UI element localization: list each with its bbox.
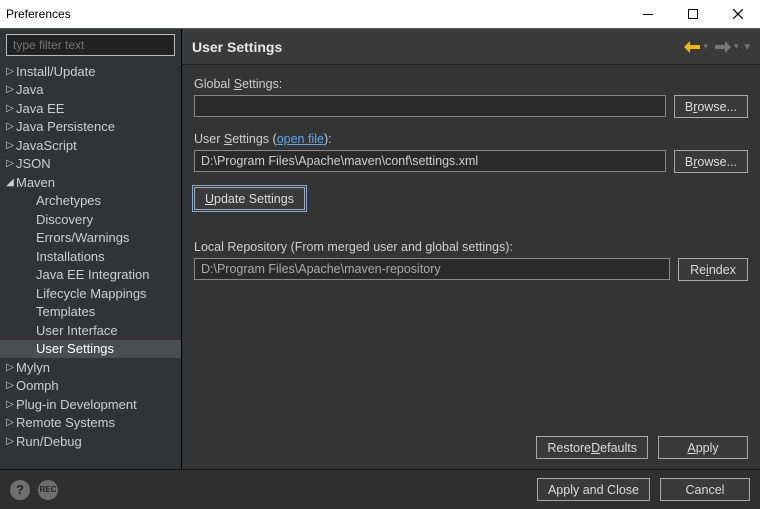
- chevron-right-icon: ▷: [4, 158, 16, 169]
- open-file-link[interactable]: open file: [277, 132, 324, 146]
- local-repo-label: Local Repository (From merged user and g…: [194, 240, 748, 254]
- tree-item-oomph[interactable]: ▷Oomph: [0, 377, 181, 396]
- tree-item-label: Maven: [16, 175, 55, 190]
- tree-item-label: Installations: [36, 249, 105, 264]
- tree-item-plugin-development[interactable]: ▷Plug-in Development: [0, 395, 181, 414]
- help-icon[interactable]: ?: [10, 480, 30, 500]
- filter-input[interactable]: [6, 34, 175, 56]
- chevron-right-icon: ▷: [4, 362, 16, 373]
- tree-item-label: Oomph: [16, 378, 59, 393]
- dialog-footer: ? REC Apply and Close Cancel: [0, 469, 760, 509]
- chevron-right-icon: ▷: [4, 380, 16, 391]
- tree-item-mylyn[interactable]: ▷Mylyn: [0, 358, 181, 377]
- tree-item-label: Lifecycle Mappings: [36, 286, 147, 301]
- apply-button[interactable]: Apply: [658, 436, 748, 459]
- settings-content: Global Settings: Browse... User Settings…: [182, 65, 760, 295]
- tree-item-label: Errors/Warnings: [36, 230, 129, 245]
- main-area: ▷Install/Update ▷Java ▷Java EE ▷Java Per…: [0, 29, 760, 469]
- tree-item-lifecycle-mappings[interactable]: Lifecycle Mappings: [0, 284, 181, 303]
- tree-item-label: User Interface: [36, 323, 118, 338]
- chevron-right-icon: ▷: [4, 84, 16, 95]
- tree-item-label: Java EE Integration: [36, 267, 149, 282]
- close-button[interactable]: [715, 0, 760, 29]
- tree-item-label: Discovery: [36, 212, 93, 227]
- page-title: User Settings: [192, 39, 677, 55]
- tree-item-json[interactable]: ▷JSON: [0, 155, 181, 174]
- nav-forward-menu[interactable]: ▾: [734, 41, 739, 52]
- user-settings-input[interactable]: [194, 150, 666, 172]
- chevron-right-icon: ▷: [4, 399, 16, 410]
- reindex-button[interactable]: Reindex: [678, 258, 748, 281]
- tree-item-remote-systems[interactable]: ▷Remote Systems: [0, 414, 181, 433]
- chevron-right-icon: ▷: [4, 436, 16, 447]
- tree-item-java[interactable]: ▷Java: [0, 81, 181, 100]
- tree-item-javascript[interactable]: ▷JavaScript: [0, 136, 181, 155]
- tree-item-label: Java: [16, 82, 43, 97]
- tree-item-label: User Settings: [36, 341, 114, 356]
- settings-header: User Settings ▾ ▾ ▾: [182, 29, 760, 65]
- tree-item-discovery[interactable]: Discovery: [0, 210, 181, 229]
- update-settings-button[interactable]: Update Settings: [194, 187, 305, 210]
- nav-back-button[interactable]: [681, 36, 703, 58]
- tree-item-install-update[interactable]: ▷Install/Update: [0, 62, 181, 81]
- cancel-button[interactable]: Cancel: [660, 478, 750, 501]
- arrow-left-icon: [684, 41, 700, 53]
- tree-item-archetypes[interactable]: Archetypes: [0, 192, 181, 211]
- close-icon: [733, 9, 743, 19]
- window-title: Preferences: [0, 7, 71, 21]
- tree-item-java-ee-integration[interactable]: Java EE Integration: [0, 266, 181, 285]
- chevron-down-icon: ◢: [4, 177, 16, 188]
- tree-item-label: Java EE: [16, 101, 64, 116]
- tree-item-label: Install/Update: [16, 64, 96, 79]
- tree-item-run-debug[interactable]: ▷Run/Debug: [0, 432, 181, 451]
- user-browse-button[interactable]: Browse...: [674, 150, 748, 173]
- restore-defaults-button[interactable]: Restore Defaults: [536, 436, 648, 459]
- chevron-right-icon: ▷: [4, 140, 16, 151]
- nav-forward-button[interactable]: [712, 36, 734, 58]
- chevron-right-icon: ▷: [4, 66, 16, 77]
- settings-panel: User Settings ▾ ▾ ▾ Global Settings: Bro…: [182, 29, 760, 469]
- apply-and-close-button[interactable]: Apply and Close: [537, 478, 650, 501]
- global-browse-button[interactable]: Browse...: [674, 95, 748, 118]
- tree-item-label: Plug-in Development: [16, 397, 137, 412]
- tree-item-templates[interactable]: Templates: [0, 303, 181, 322]
- chevron-right-icon: ▷: [4, 417, 16, 428]
- tree-item-maven[interactable]: ◢Maven: [0, 173, 181, 192]
- tree-item-label: Run/Debug: [16, 434, 82, 449]
- titlebar: Preferences: [0, 0, 760, 29]
- rec-icon[interactable]: REC: [38, 480, 58, 500]
- tree-item-label: Archetypes: [36, 193, 101, 208]
- tree-item-label: Remote Systems: [16, 415, 115, 430]
- view-menu-button[interactable]: ▾: [744, 40, 750, 53]
- global-settings-input[interactable]: [194, 95, 666, 117]
- page-button-bar: Restore Defaults Apply: [182, 436, 760, 469]
- local-repo-input[interactable]: [194, 258, 670, 280]
- tree-item-label: Java Persistence: [16, 119, 115, 134]
- preferences-tree[interactable]: ▷Install/Update ▷Java ▷Java EE ▷Java Per…: [0, 60, 181, 469]
- maximize-button[interactable]: [670, 0, 715, 29]
- tree-item-label: JSON: [16, 156, 51, 171]
- tree-item-label: JavaScript: [16, 138, 77, 153]
- preferences-tree-panel: ▷Install/Update ▷Java ▷Java EE ▷Java Per…: [0, 29, 182, 469]
- nav-back-menu[interactable]: ▾: [703, 41, 708, 52]
- tree-item-installations[interactable]: Installations: [0, 247, 181, 266]
- tree-item-label: Templates: [36, 304, 95, 319]
- tree-item-java-ee[interactable]: ▷Java EE: [0, 99, 181, 118]
- chevron-right-icon: ▷: [4, 103, 16, 114]
- user-settings-label: User Settings (open file):: [194, 132, 748, 146]
- tree-item-java-persistence[interactable]: ▷Java Persistence: [0, 118, 181, 137]
- chevron-right-icon: ▷: [4, 121, 16, 132]
- tree-item-errors-warnings[interactable]: Errors/Warnings: [0, 229, 181, 248]
- tree-item-user-settings[interactable]: User Settings: [0, 340, 181, 359]
- tree-item-label: Mylyn: [16, 360, 50, 375]
- global-settings-label: Global Settings:: [194, 77, 748, 91]
- arrow-right-icon: [715, 41, 731, 53]
- tree-item-user-interface[interactable]: User Interface: [0, 321, 181, 340]
- minimize-button[interactable]: [625, 0, 670, 29]
